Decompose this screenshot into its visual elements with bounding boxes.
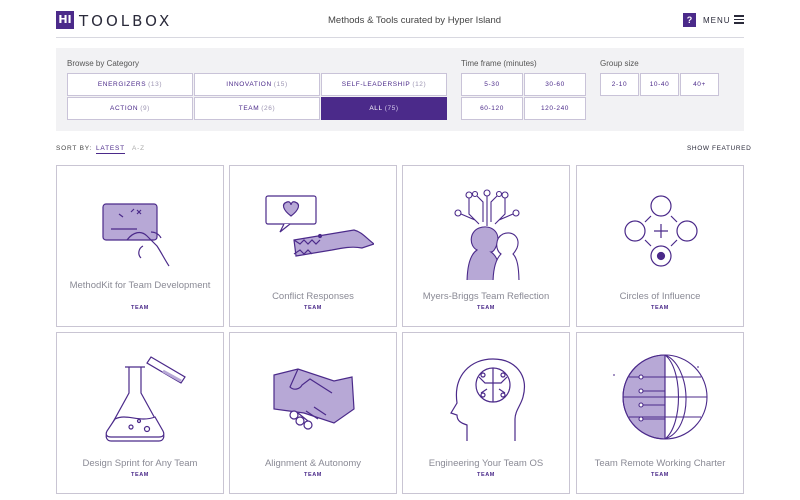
help-button[interactable]: ? — [683, 13, 696, 27]
logo-mark[interactable]: HI — [56, 11, 74, 29]
group-size-label: Group size — [600, 59, 639, 68]
card-tag: TEAM — [651, 472, 669, 478]
tool-card[interactable]: Engineering Your Team OS TEAM — [402, 332, 570, 494]
sort-label: SORT BY: — [56, 145, 93, 152]
category-count: (12) — [412, 81, 427, 88]
filter-panel: Browse by Category ENERGIZERS (13) INNOVA… — [56, 48, 744, 131]
crocodile-heart-icon — [265, 195, 374, 257]
category-energizers[interactable]: ENERGIZERS (13) — [67, 73, 193, 96]
category-team[interactable]: TEAM (26) — [194, 97, 320, 120]
group-10-40[interactable]: 10-40 — [640, 73, 679, 96]
globe-circuit-icon — [613, 354, 708, 440]
card-tag: TEAM — [131, 472, 149, 478]
card-title: Conflict Responses — [272, 291, 354, 302]
time-5-30[interactable]: 5-30 — [461, 73, 523, 96]
category-label-text: ENERGIZERS — [97, 81, 147, 88]
category-label-text: ALL — [369, 105, 383, 112]
time-120-240[interactable]: 120-240 — [524, 97, 586, 120]
card-title: Engineering Your Team OS — [428, 458, 544, 469]
card-title: Myers-Briggs Team Reflection — [422, 291, 550, 302]
card-tag: TEAM — [477, 305, 495, 311]
category-count: (13) — [148, 81, 163, 88]
category-label-text: TEAM — [238, 105, 260, 112]
site-header: HI TOOLBOX Methods & Tools curated by Hy… — [56, 0, 744, 38]
card-title: Circles of Influence — [619, 291, 701, 302]
card-title: Alignment & Autonomy — [264, 458, 362, 469]
tool-card[interactable]: MethodKit for Team Development TEAM — [56, 165, 224, 327]
circles-diagram-icon — [624, 195, 698, 267]
category-count: (9) — [140, 105, 150, 112]
category-label-text: INNOVATION — [226, 81, 272, 88]
menu-label[interactable]: MENU — [703, 16, 731, 25]
hand-card-icon — [102, 203, 170, 267]
handshake-icon — [273, 368, 355, 430]
category-label: Browse by Category — [67, 59, 140, 68]
category-count: (15) — [273, 81, 288, 88]
tool-card[interactable]: Team Remote Working Charter TEAM — [576, 332, 744, 494]
card-tag: TEAM — [304, 472, 322, 478]
card-tag: TEAM — [131, 305, 149, 311]
tool-card[interactable]: Conflict Responses TEAM — [229, 165, 397, 327]
card-tag: TEAM — [651, 305, 669, 311]
sort-latest[interactable]: LATEST — [96, 145, 125, 154]
category-all[interactable]: ALL (75) — [321, 97, 447, 120]
card-title: Team Remote Working Charter — [594, 458, 726, 469]
category-action[interactable]: ACTION (9) — [67, 97, 193, 120]
tool-card[interactable]: Myers-Briggs Team Reflection TEAM — [402, 165, 570, 327]
head-brain-circuit-icon — [450, 358, 525, 441]
time-30-60[interactable]: 30-60 — [524, 73, 586, 96]
show-featured-toggle[interactable]: SHOW FEATURED — [687, 145, 751, 152]
tool-card[interactable]: Design Sprint for Any Team TEAM — [56, 332, 224, 494]
category-label-text: SELF-LEADERSHIP — [341, 81, 411, 88]
two-heads-circuit-icon — [454, 189, 520, 280]
logo-text[interactable]: TOOLBOX — [79, 12, 172, 30]
time-frame-label: Time frame (minutes) — [461, 59, 537, 68]
card-tag: TEAM — [304, 305, 322, 311]
group-40-plus[interactable]: 40+ — [680, 73, 719, 96]
tool-card[interactable]: Alignment & Autonomy TEAM — [229, 332, 397, 494]
category-count: (26) — [261, 105, 276, 112]
time-60-120[interactable]: 60-120 — [461, 97, 523, 120]
card-title: Design Sprint for Any Team — [82, 458, 198, 469]
site-tagline: Methods & Tools curated by Hyper Island — [328, 15, 502, 26]
tool-card[interactable]: Circles of Influence TEAM — [576, 165, 744, 327]
card-title: MethodKit for Team Development — [69, 280, 211, 291]
category-label-text: ACTION — [110, 105, 139, 112]
card-tag: TEAM — [477, 472, 495, 478]
flask-icon — [105, 356, 186, 442]
category-self-leadership[interactable]: SELF-LEADERSHIP (12) — [321, 73, 447, 96]
category-count: (75) — [384, 105, 399, 112]
hamburger-menu-icon[interactable] — [734, 15, 744, 24]
category-innovation[interactable]: INNOVATION (15) — [194, 73, 320, 96]
group-2-10[interactable]: 2-10 — [600, 73, 639, 96]
sort-a-z[interactable]: A-Z — [132, 145, 145, 152]
